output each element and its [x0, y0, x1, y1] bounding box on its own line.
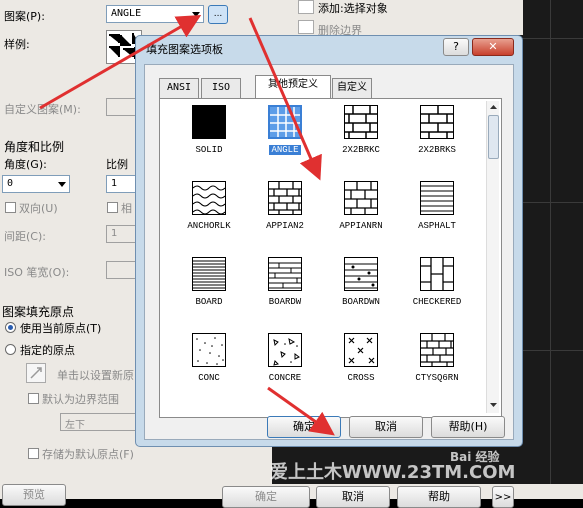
- arrow-to-browse: [39, 15, 202, 110]
- watermark-logo: Bai 经验: [450, 450, 500, 464]
- arrow-to-ok: [267, 386, 335, 436]
- annotation-arrows: [39, 15, 335, 436]
- arrow-to-pattern: [248, 17, 322, 181]
